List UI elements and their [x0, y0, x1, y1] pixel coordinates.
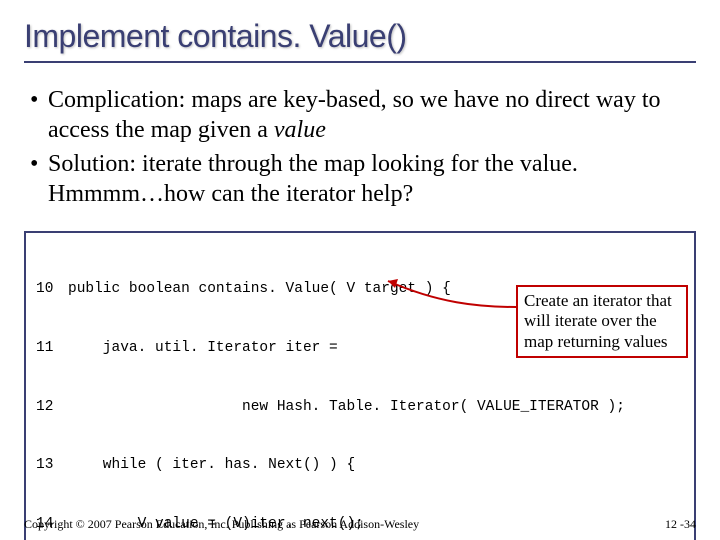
line-number: 10 [36, 280, 68, 300]
bullet-item: Solution: iterate through the map lookin… [30, 149, 696, 209]
line-number: 11 [36, 339, 68, 359]
line-number: 13 [36, 456, 68, 476]
page-number: 12 -34 [665, 517, 696, 532]
bullet-text: Complication: maps are key-based, so we … [48, 87, 660, 143]
code-line: 12 new Hash. Table. Iterator( VALUE_ITER… [36, 398, 684, 418]
code-line: 13 while ( iter. has. Next() ) { [36, 456, 684, 476]
bullet-text: Solution: iterate through the map lookin… [48, 151, 578, 207]
code-block: 10public boolean contains. Value( V targ… [24, 231, 696, 540]
bullet-item: Complication: maps are key-based, so we … [30, 85, 696, 145]
code-text: new Hash. Table. Iterator( VALUE_ITERATO… [68, 398, 684, 418]
copyright-text: Copyright © 2007 Pearson Education, Inc.… [24, 517, 419, 532]
slide: Implement contains. Value() Complication… [0, 0, 720, 540]
code-text: while ( iter. has. Next() ) { [68, 456, 684, 476]
slide-footer: Copyright © 2007 Pearson Education, Inc.… [24, 517, 696, 532]
bullet-em: value [274, 117, 326, 143]
bullet-list: Complication: maps are key-based, so we … [24, 85, 696, 209]
line-number: 12 [36, 398, 68, 418]
slide-title: Implement contains. Value() [24, 18, 696, 63]
annotation-callout: Create an iterator that will iterate ove… [516, 285, 688, 358]
